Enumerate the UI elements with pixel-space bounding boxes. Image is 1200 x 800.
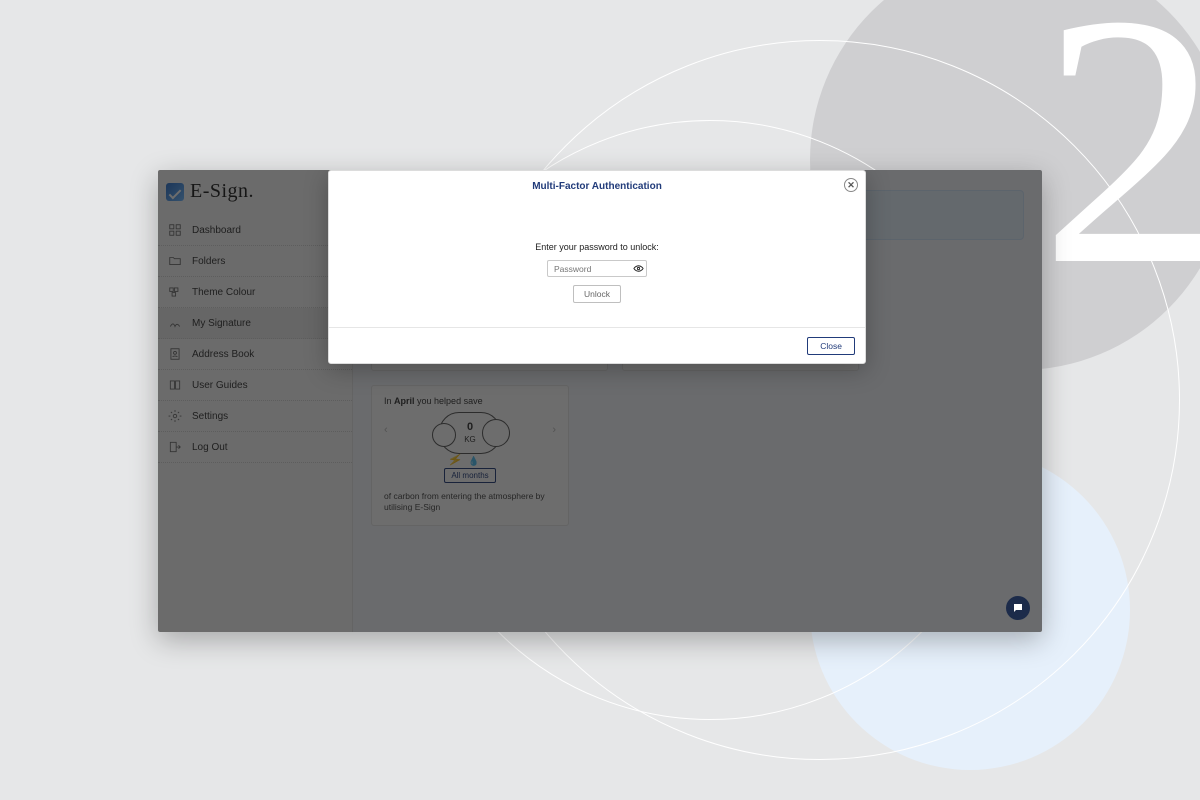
eye-icon xyxy=(633,263,644,274)
toggle-password-visibility-button[interactable] xyxy=(632,262,644,274)
chat-icon xyxy=(1012,602,1024,614)
modal-close-button[interactable]: ✕ xyxy=(844,178,858,192)
close-icon: ✕ xyxy=(847,180,855,191)
step-number: 2 xyxy=(1040,0,1200,320)
mfa-modal: Multi-Factor Authentication ✕ Enter your… xyxy=(328,170,866,364)
chat-fab-button[interactable] xyxy=(1006,596,1030,620)
modal-prompt: Enter your password to unlock: xyxy=(349,242,845,252)
modal-header: Multi-Factor Authentication ✕ xyxy=(329,171,865,200)
close-button[interactable]: Close xyxy=(807,337,855,355)
unlock-button[interactable]: Unlock xyxy=(573,285,621,303)
app-window: E-Sign. Dashboard Folders Theme Colour M… xyxy=(158,170,1042,632)
modal-title: Multi-Factor Authentication xyxy=(532,181,662,192)
